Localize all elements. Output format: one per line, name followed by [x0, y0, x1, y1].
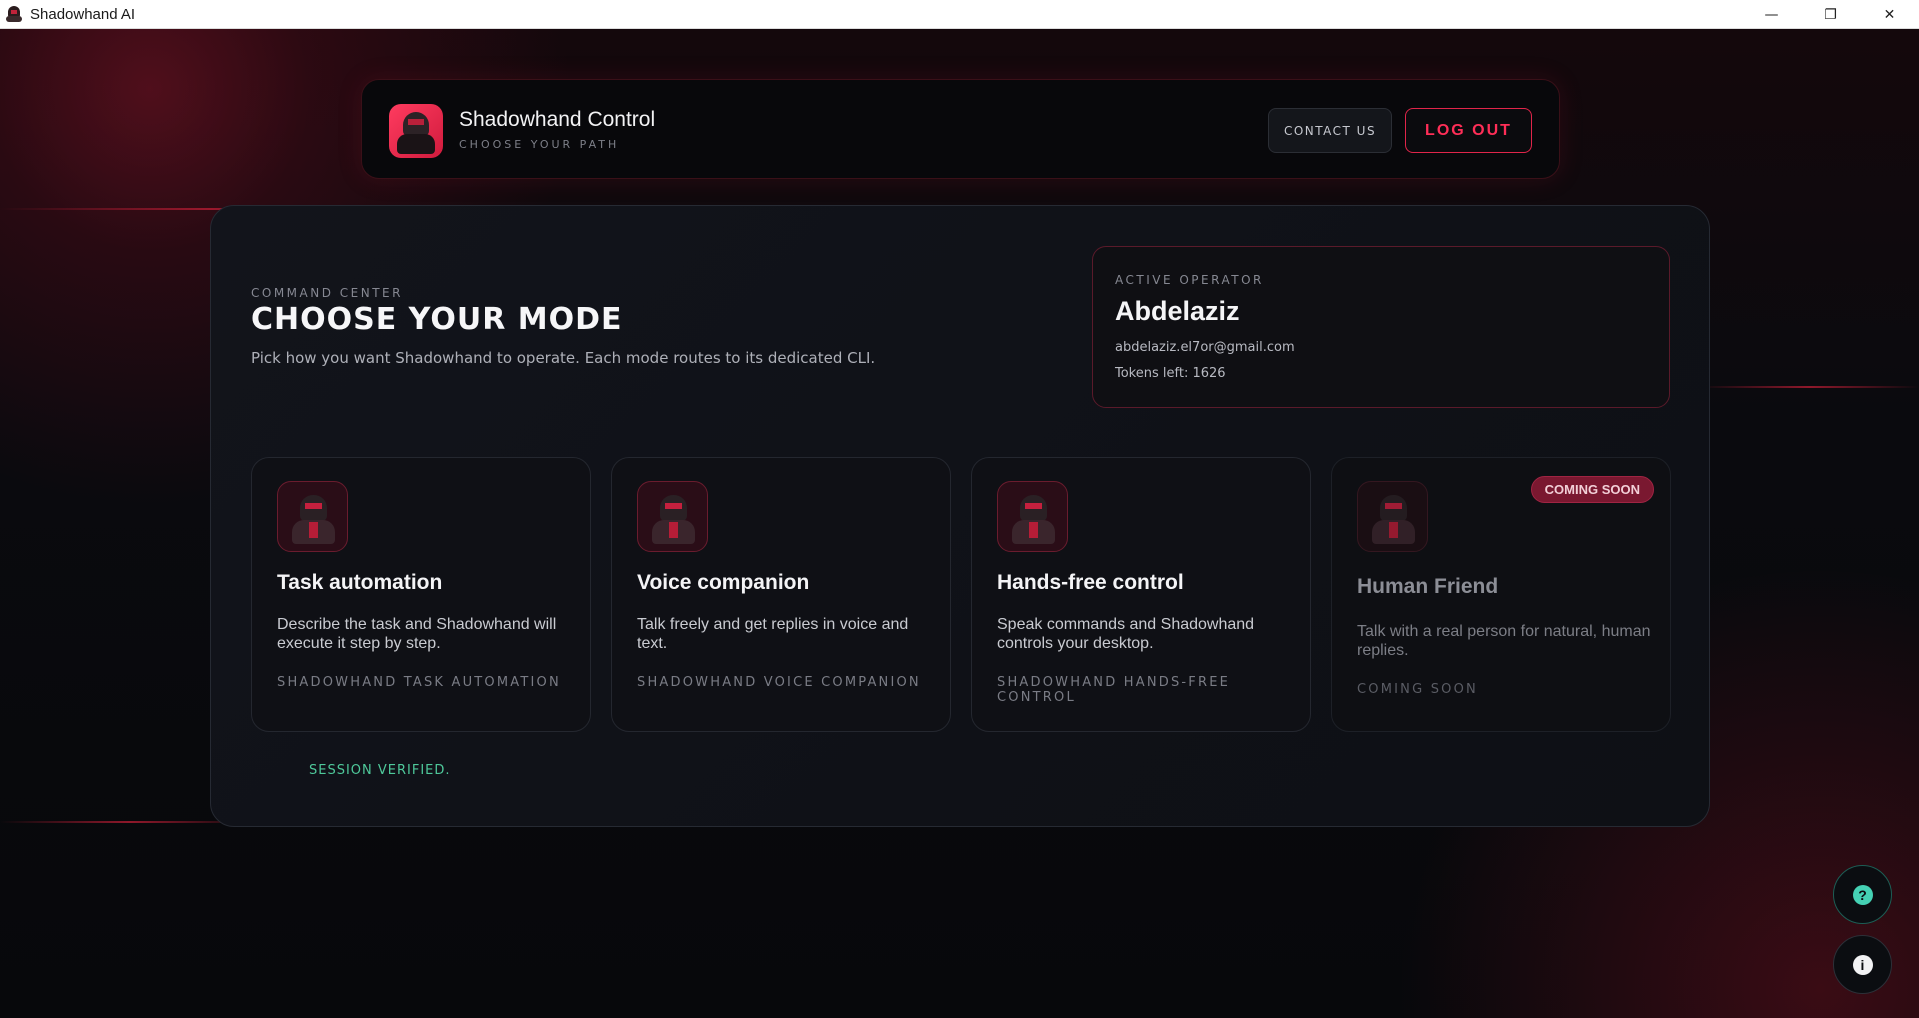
maximize-button[interactable]: ❐ — [1801, 0, 1860, 29]
operator-label: ACTIVE OPERATOR — [1115, 273, 1264, 287]
brand-title: Shadowhand Control — [459, 108, 656, 131]
shadowhand-logo — [389, 104, 443, 158]
operator-name: Abdelaziz — [1115, 296, 1240, 326]
coming-soon-badge: COMING SOON — [1530, 476, 1654, 503]
contact-us-button[interactable]: CONTACT US — [1268, 108, 1392, 153]
mode-card-hands-free-control[interactable]: Hands-free control Speak commands and Sh… — [971, 457, 1311, 732]
window-title: Shadowhand AI — [30, 5, 136, 23]
section-eyebrow: COMMAND CENTER — [251, 286, 403, 300]
human-friend-icon — [1357, 481, 1428, 552]
mode-card-tag: SHADOWHAND HANDS-FREE CONTROL — [997, 675, 1231, 705]
operator-tokens: Tokens left: 1626 — [1115, 366, 1226, 381]
mode-card-task-automation[interactable]: Task automation Describe the task and Sh… — [251, 457, 591, 732]
mode-card-title: Hands-free control — [997, 571, 1184, 594]
mode-card-tag: SHADOWHAND VOICE COMPANION — [637, 675, 921, 690]
mode-card-voice-companion[interactable]: Voice companion Talk freely and get repl… — [611, 457, 951, 732]
voice-ninja-icon — [637, 481, 708, 552]
help-icon: ? — [1852, 884, 1873, 905]
help-button[interactable]: ? — [1833, 865, 1892, 924]
active-operator-card: ACTIVE OPERATOR Abdelaziz abdelaziz.el7o… — [1092, 246, 1670, 408]
close-button[interactable]: ✕ — [1860, 0, 1919, 29]
mode-card-tag: SHADOWHAND TASK AUTOMATION — [277, 675, 561, 690]
mode-card-description: Speak commands and Shadowhand controls y… — [997, 616, 1255, 652]
app-background: Shadowhand Control CHOOSE YOUR PATH CONT… — [0, 29, 1919, 1018]
brand-subtitle: CHOOSE YOUR PATH — [459, 138, 620, 151]
task-ninja-icon — [277, 481, 348, 552]
handsfree-ninja-icon — [997, 481, 1068, 552]
info-icon: i — [1852, 954, 1873, 975]
mode-card-title: Voice companion — [637, 571, 810, 594]
app-icon — [6, 6, 22, 22]
mode-card-title: Task automation — [277, 571, 443, 594]
info-button[interactable]: i — [1833, 935, 1892, 994]
mode-panel: COMMAND CENTER CHOOSE YOUR MODE Pick how… — [210, 205, 1710, 827]
session-status: SESSION VERIFIED. — [309, 763, 451, 778]
window-title-bar: Shadowhand AI — ❐ ✕ — [0, 0, 1919, 29]
mode-card-human-friend: COMING SOON Human Friend Talk with a rea… — [1331, 457, 1671, 732]
decorative-streak — [1700, 386, 1919, 388]
mode-card-title: Human Friend — [1357, 575, 1499, 598]
mode-card-description: Describe the task and Shadowhand will ex… — [277, 616, 557, 652]
window-controls: — ❐ ✕ — [1742, 0, 1919, 29]
top-header: Shadowhand Control CHOOSE YOUR PATH CONT… — [361, 79, 1560, 179]
page-title: CHOOSE YOUR MODE — [251, 302, 623, 337]
mode-card-description: Talk with a real person for natural, hum… — [1357, 623, 1651, 659]
minimize-button[interactable]: — — [1742, 0, 1801, 29]
page-description: Pick how you want Shadowhand to operate.… — [251, 349, 876, 367]
mode-card-tag: COMING SOON — [1357, 682, 1478, 697]
mode-card-description: Talk freely and get replies in voice and… — [637, 616, 909, 652]
operator-email: abdelaziz.el7or@gmail.com — [1115, 340, 1295, 355]
log-out-button[interactable]: LOG OUT — [1405, 108, 1532, 153]
